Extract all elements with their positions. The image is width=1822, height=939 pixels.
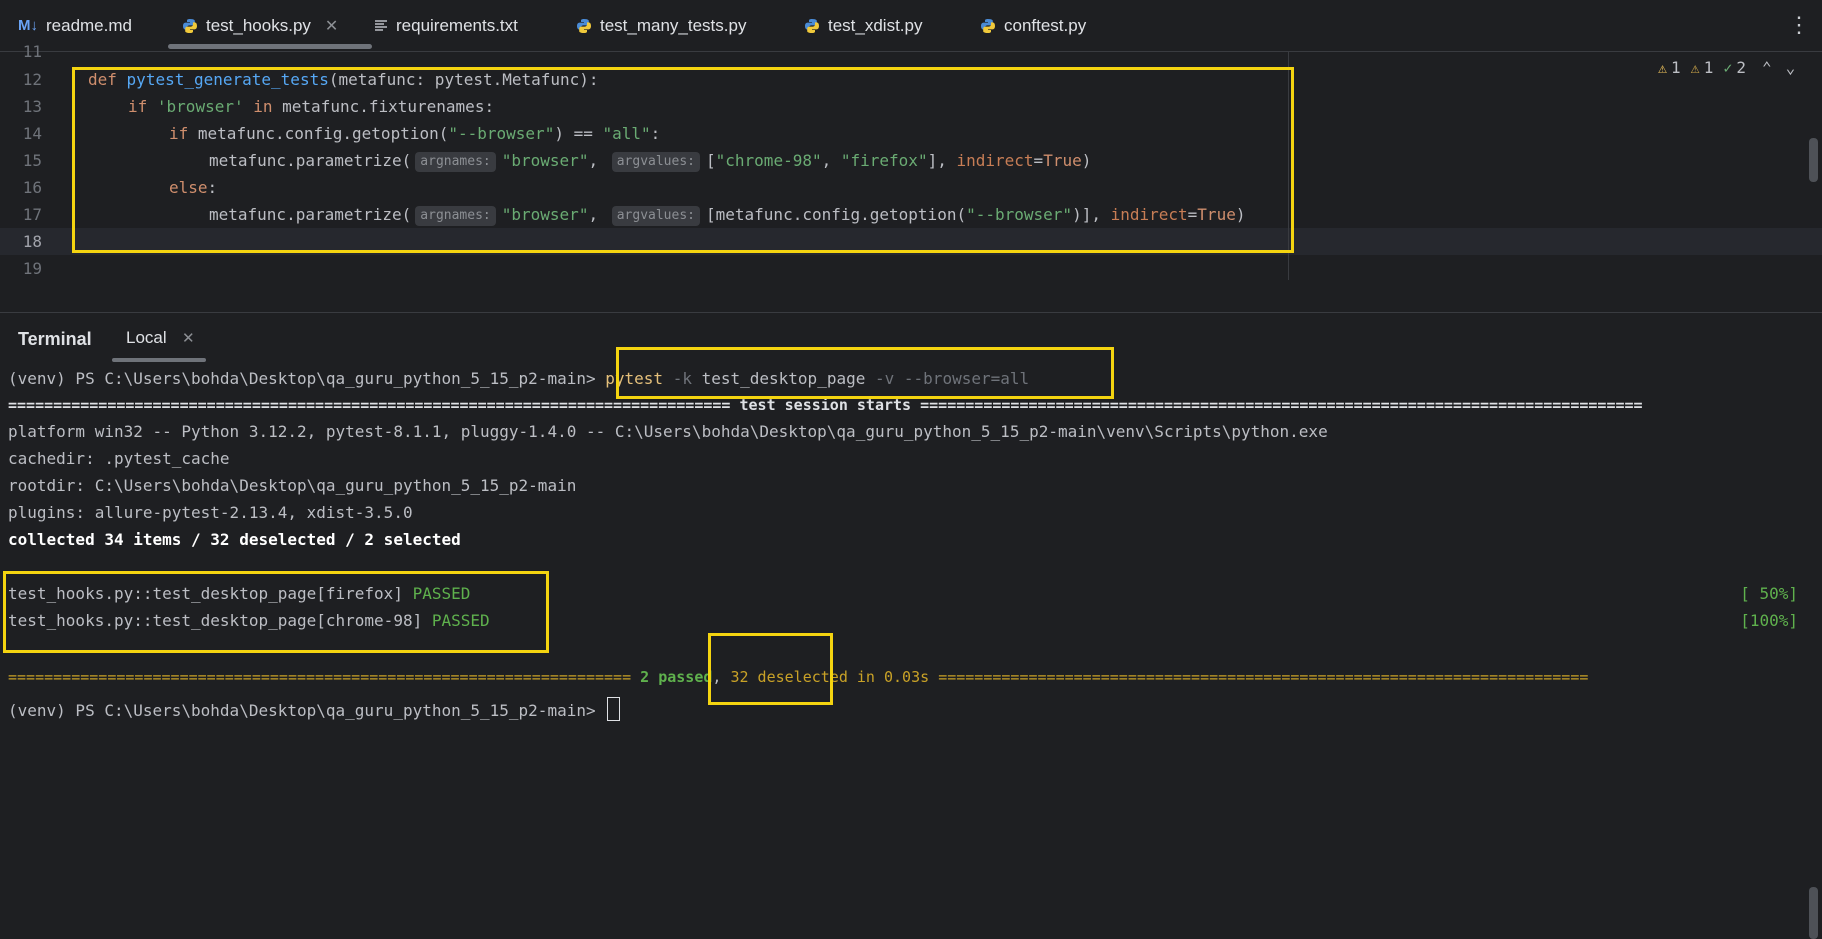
code-line: 12 def pytest_generate_tests(metafunc: p…: [0, 66, 1822, 93]
terminal-command-line: (venv) PS C:\Users\bohda\Desktop\qa_guru…: [8, 369, 1030, 388]
line-number: 13: [22, 97, 42, 116]
warning-count: 1: [1671, 58, 1681, 77]
inlay-hint: argnames:: [415, 206, 496, 226]
test-result-row: test_hooks.py::test_desktop_page[firefox…: [8, 584, 471, 603]
terminal-scrollbar[interactable]: [1809, 887, 1818, 939]
chevron-up-icon[interactable]: ⌃: [1762, 58, 1772, 77]
right-margin-guide: [1288, 52, 1289, 280]
line-number: 16: [22, 178, 42, 197]
test-progress: [100%]: [1740, 611, 1798, 630]
code-line: 14 if metafunc.config.getoption("--brows…: [0, 120, 1822, 147]
test-progress: [ 50%]: [1740, 584, 1798, 603]
line-number: 14: [22, 124, 42, 143]
collected-line: collected 34 items / 32 deselected / 2 s…: [8, 530, 461, 549]
close-icon[interactable]: ✕: [325, 16, 338, 36]
tab-label: test_many_tests.py: [600, 15, 747, 35]
close-icon[interactable]: ✕: [182, 329, 195, 347]
tab-label: test_hooks.py: [206, 15, 311, 35]
inlay-hint: argvalues:: [611, 152, 700, 172]
code-line: 16 else:: [0, 174, 1822, 201]
editor-scrollbar[interactable]: [1809, 138, 1818, 182]
terminal-title: Terminal: [18, 329, 92, 349]
line-number: 18: [22, 232, 42, 251]
terminal-prompt-line[interactable]: (venv) PS C:\Users\bohda\Desktop\qa_guru…: [8, 697, 621, 721]
tab-label: readme.md: [46, 15, 132, 35]
typo-count: 2: [1736, 58, 1747, 77]
text-file-icon: [374, 19, 388, 33]
test-result-row: test_hooks.py::test_desktop_page[chrome-…: [8, 611, 490, 630]
line-number: 11: [22, 42, 42, 61]
code-text: if 'browser' in metafunc.fixturenames:: [128, 97, 495, 116]
inlay-hint: argvalues:: [611, 206, 700, 226]
code-line: 19: [0, 255, 1822, 282]
python-icon: [980, 18, 996, 34]
code-line: 13 if 'browser' in metafunc.fixturenames…: [0, 93, 1822, 120]
code-line: 17 metafunc.parametrize(argnames: "browse…: [0, 201, 1822, 228]
tab-label: test_xdist.py: [828, 15, 923, 35]
code-line: 15 metafunc.parametrize(argnames: "browse…: [0, 147, 1822, 174]
code-line-current: 18: [0, 228, 1822, 255]
rootdir-line: rootdir: C:\Users\bohda\Desktop\qa_guru_…: [8, 476, 577, 495]
code-line: 11: [0, 38, 1822, 65]
line-number: 15: [22, 151, 42, 170]
line-number: 12: [22, 70, 42, 89]
more-options-icon[interactable]: ⋮: [1788, 12, 1810, 38]
chevron-down-icon[interactable]: ⌄: [1786, 58, 1796, 77]
session-header: ========================================…: [8, 396, 1643, 414]
warning-icon: ⚠: [1658, 58, 1668, 77]
code-text: else:: [169, 178, 218, 197]
line-number: 19: [22, 259, 42, 278]
inlay-hint: argnames:: [415, 152, 496, 172]
summary-line: ========================================…: [8, 668, 1589, 686]
code-text: if metafunc.config.getoption("--browser"…: [169, 124, 661, 143]
tab-label: requirements.txt: [396, 15, 518, 35]
python-icon: [804, 18, 820, 34]
python-icon: [576, 18, 592, 34]
tab-label: conftest.py: [1004, 15, 1087, 35]
typo-icon: ✓: [1723, 58, 1733, 77]
weak-warning-count: 1: [1703, 58, 1714, 77]
code-text: metafunc.parametrize(argnames: "browser",…: [209, 151, 1092, 172]
terminal-cursor: [607, 697, 621, 721]
terminal-output[interactable]: (venv) PS C:\Users\bohda\Desktop\qa_guru…: [0, 347, 1822, 939]
cachedir-line: cachedir: .pytest_cache: [8, 449, 230, 468]
plugins-line: plugins: allure-pytest-2.13.4, xdist-3.5…: [8, 503, 413, 522]
line-number: 17: [22, 205, 42, 224]
terminal-tab-local[interactable]: Local: [126, 328, 167, 348]
platform-line: platform win32 -- Python 3.12.2, pytest-…: [8, 422, 1328, 441]
terminal-toolbar: Terminal Local ✕: [0, 312, 1822, 363]
code-text: metafunc.parametrize(argnames: "browser",…: [209, 205, 1246, 226]
inspection-widget[interactable]: ⚠ 1 ⚠ 1 ✓ 2 ⌃ ⌄: [1658, 58, 1795, 77]
python-icon: [182, 18, 198, 34]
markdown-icon: M↓: [18, 17, 38, 34]
weak-warning-icon: ⚠: [1690, 58, 1700, 77]
code-editor[interactable]: 11 12 def pytest_generate_tests(metafunc…: [0, 42, 1822, 282]
code-text: def pytest_generate_tests(metafunc: pyte…: [88, 70, 599, 89]
